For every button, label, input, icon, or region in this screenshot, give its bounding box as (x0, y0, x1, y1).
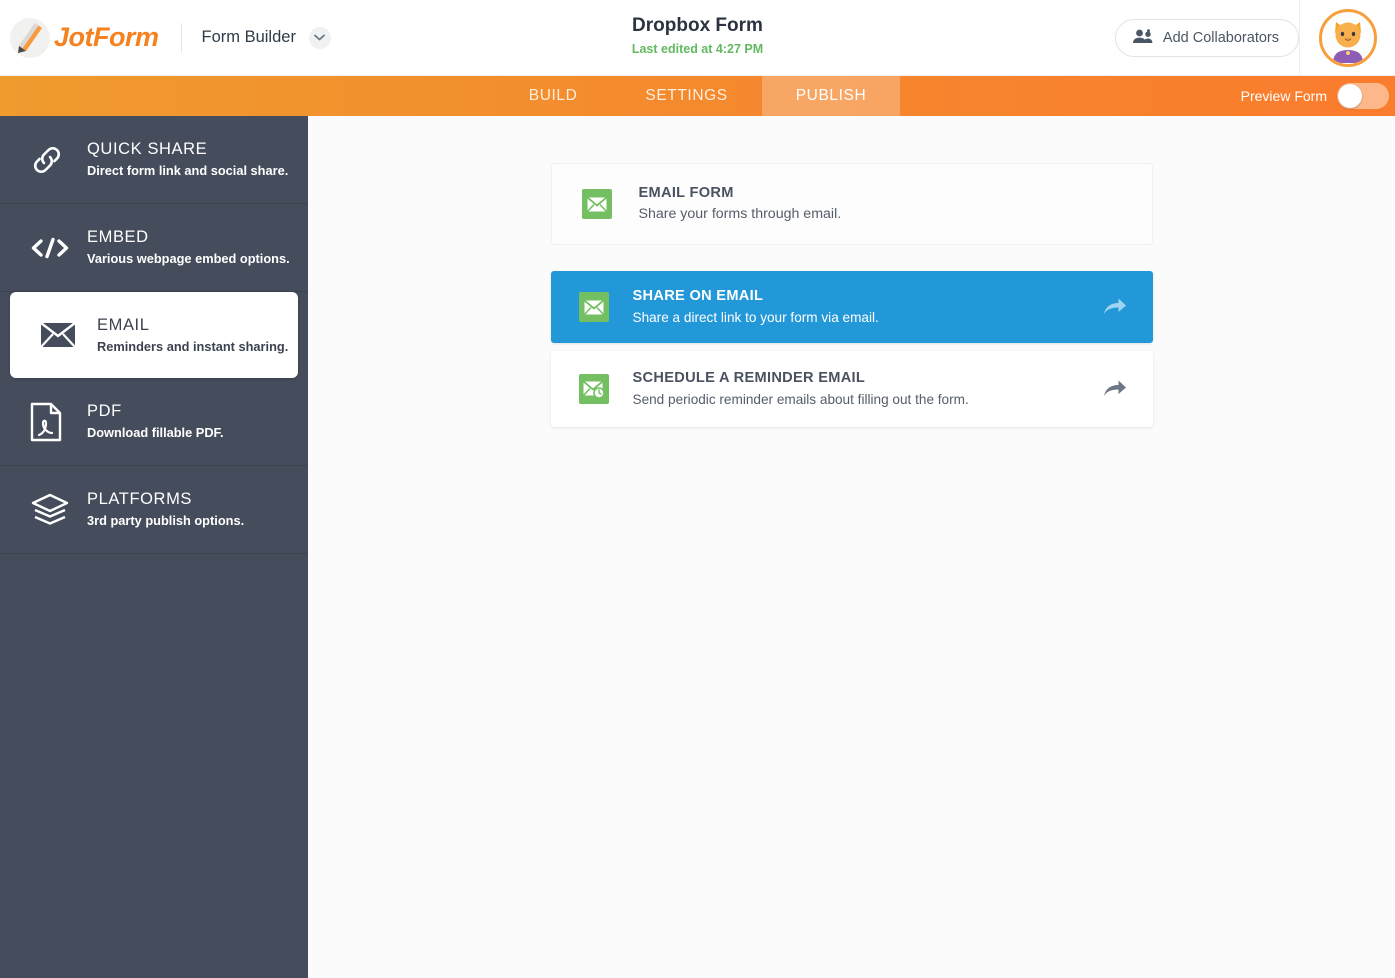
code-icon (30, 236, 82, 260)
top-bar: JotForm Form Builder Dropbox Form Last e… (0, 0, 1395, 76)
top-bar-right: Add Collaborators (1115, 0, 1395, 76)
brand: JotForm Form Builder (0, 18, 331, 58)
share-arrow-icon[interactable] (1103, 379, 1127, 399)
collaborators-icon (1132, 29, 1154, 48)
avatar-container (1299, 0, 1395, 76)
row-desc: Send periodic reminder emails about fill… (633, 390, 1103, 410)
sidebar-item-desc: 3rd party publish options. (87, 511, 244, 530)
green-envelope-icon (582, 189, 612, 219)
avatar[interactable] (1319, 9, 1377, 67)
pdf-file-icon (30, 402, 82, 442)
publish-sidebar: QUICK SHARE Direct form link and social … (0, 116, 308, 978)
app-name: Form Builder (202, 28, 296, 47)
sidebar-item-desc: Various webpage embed options. (87, 249, 290, 268)
link-icon (30, 143, 82, 177)
brand-name: JotForm (54, 22, 159, 53)
sidebar-item-quick-share[interactable]: QUICK SHARE Direct form link and social … (0, 116, 308, 204)
green-envelope-icon (579, 292, 609, 322)
share-on-email-row[interactable]: SHARE ON EMAIL Share a direct link to yo… (551, 271, 1153, 343)
toggle-knob (1338, 84, 1362, 108)
sidebar-item-embed[interactable]: EMBED Various webpage embed options. (0, 204, 308, 292)
share-arrow-icon[interactable] (1103, 297, 1127, 317)
preview-form-label: Preview Form (1241, 88, 1327, 104)
tab-build[interactable]: BUILD (495, 76, 612, 116)
tab-settings[interactable]: SETTINGS (611, 76, 761, 116)
sidebar-item-label: PLATFORMS (87, 489, 244, 510)
brand-divider (181, 23, 182, 53)
layers-icon (30, 493, 82, 527)
sidebar-item-email[interactable]: EMAIL Reminders and instant sharing. (10, 292, 298, 378)
sidebar-item-platforms[interactable]: PLATFORMS 3rd party publish options. (0, 466, 308, 554)
add-collaborators-label: Add Collaborators (1163, 30, 1279, 46)
sidebar-item-label: EMBED (87, 227, 290, 248)
publish-nav-bar: BUILD SETTINGS PUBLISH Preview Form (0, 76, 1395, 116)
nav-tabs: BUILD SETTINGS PUBLISH (0, 76, 1395, 116)
tab-publish[interactable]: PUBLISH (762, 76, 901, 116)
sidebar-item-label: EMAIL (97, 315, 288, 336)
sidebar-item-desc: Download fillable PDF. (87, 423, 224, 442)
row-title: SCHEDULE A REMINDER EMAIL (633, 369, 1103, 388)
email-form-header: EMAIL FORM Share your forms through emai… (551, 163, 1153, 245)
email-panel: EMAIL FORM Share your forms through emai… (551, 163, 1153, 427)
row-desc: Share a direct link to your form via ema… (633, 308, 1103, 328)
green-envelope-clock-icon (579, 374, 609, 404)
preview-form-toggle[interactable] (1337, 83, 1389, 109)
sidebar-item-label: QUICK SHARE (87, 139, 288, 160)
email-form-desc: Share your forms through email. (639, 204, 842, 225)
sidebar-item-desc: Direct form link and social share. (87, 161, 288, 180)
envelope-icon (40, 321, 92, 349)
preview-form-control: Preview Form (1241, 76, 1395, 116)
add-collaborators-button[interactable]: Add Collaborators (1115, 19, 1299, 57)
email-form-title: EMAIL FORM (639, 184, 842, 203)
sidebar-item-label: PDF (87, 401, 224, 422)
schedule-reminder-email-row[interactable]: SCHEDULE A REMINDER EMAIL Send periodic … (551, 351, 1153, 427)
chevron-down-icon[interactable] (309, 27, 331, 49)
row-title: SHARE ON EMAIL (633, 287, 1103, 306)
main-content: EMAIL FORM Share your forms through emai… (308, 116, 1395, 978)
sidebar-item-desc: Reminders and instant sharing. (97, 337, 288, 356)
sidebar-item-pdf[interactable]: PDF Download fillable PDF. (0, 378, 308, 466)
jotform-logo-icon (10, 18, 50, 58)
